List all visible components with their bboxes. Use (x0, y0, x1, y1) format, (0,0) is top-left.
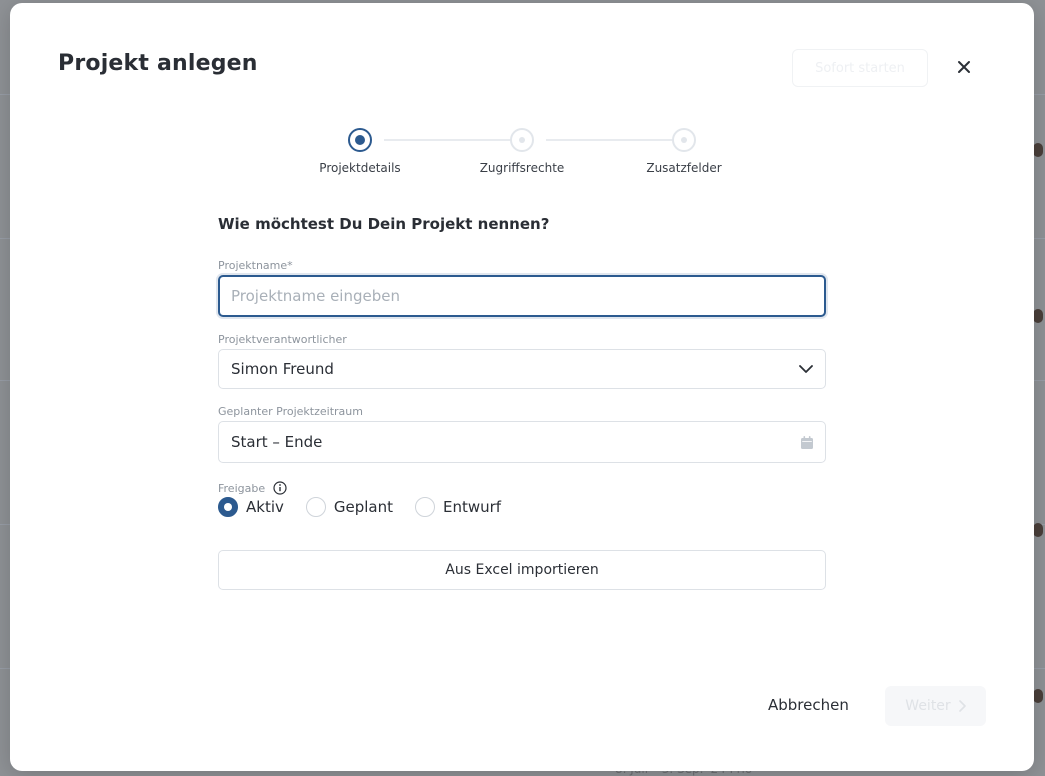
project-owner-select[interactable]: Simon Freund (218, 349, 826, 389)
release-label: Freigabe (218, 481, 266, 495)
close-button[interactable] (952, 55, 976, 79)
project-period-picker[interactable]: Start – Ende (218, 421, 826, 463)
project-form: Wie möchtest Du Dein Projekt nennen? Pro… (218, 215, 826, 590)
release-option-aktiv[interactable]: Aktiv (218, 497, 284, 517)
stepper-connector (384, 139, 522, 141)
cancel-button[interactable]: Abbrechen (760, 690, 857, 720)
background-avatar (1033, 523, 1043, 537)
progress-stepper: Projektdetails Zugriffsrechte Zusatzfeld… (310, 127, 750, 187)
background-avatar (1033, 143, 1043, 157)
release-label-row: Freigabe (218, 481, 826, 495)
dialog-title: Projekt anlegen (58, 51, 258, 76)
stepper-connector (546, 139, 684, 141)
form-question: Wie möchtest Du Dein Projekt nennen? (218, 215, 550, 233)
step-indicator-projektdetails (348, 128, 372, 152)
project-owner-label: Projektverantwortlicher (218, 333, 347, 346)
start-now-button[interactable]: Sofort starten (792, 49, 928, 87)
background-avatar (1033, 689, 1043, 703)
step-indicator-zugriffsrechte (510, 128, 534, 152)
radio-entwurf[interactable] (415, 497, 435, 517)
radio-aktiv[interactable] (218, 497, 238, 517)
release-option-geplant[interactable]: Geplant (305, 497, 393, 517)
project-period-value: Start – Ende (231, 433, 323, 451)
step-label: Zugriffsrechte (479, 161, 565, 175)
background-avatar (1033, 309, 1043, 323)
create-project-dialog: Projekt anlegen Sofort starten Projektde… (10, 3, 1034, 771)
chevron-down-icon (799, 364, 813, 373)
radio-label: Aktiv (246, 498, 284, 516)
release-option-entwurf[interactable]: Entwurf (415, 497, 501, 517)
release-radio-group: Aktiv Geplant Entwurf (218, 497, 826, 517)
step-label: Zusatzfelder (646, 161, 722, 175)
info-icon[interactable] (273, 481, 287, 495)
project-name-input[interactable] (218, 275, 826, 317)
next-button-label: Weiter (905, 698, 951, 714)
next-button[interactable]: Weiter (885, 686, 986, 726)
radio-label: Entwurf (443, 498, 502, 516)
step-indicator-zusatzfelder (672, 128, 696, 152)
excel-import-button[interactable]: Aus Excel importieren (218, 550, 826, 590)
calendar-icon (801, 435, 813, 449)
project-owner-value: Simon Freund (231, 360, 334, 378)
project-period-label: Geplanter Projektzeitraum (218, 405, 363, 418)
radio-geplant[interactable] (305, 497, 326, 517)
project-name-label: Projektname* (218, 259, 293, 272)
chevron-right-icon (958, 700, 966, 712)
step-label: Projektdetails (319, 161, 401, 175)
radio-label: Geplant (333, 498, 393, 516)
close-icon (958, 61, 970, 73)
